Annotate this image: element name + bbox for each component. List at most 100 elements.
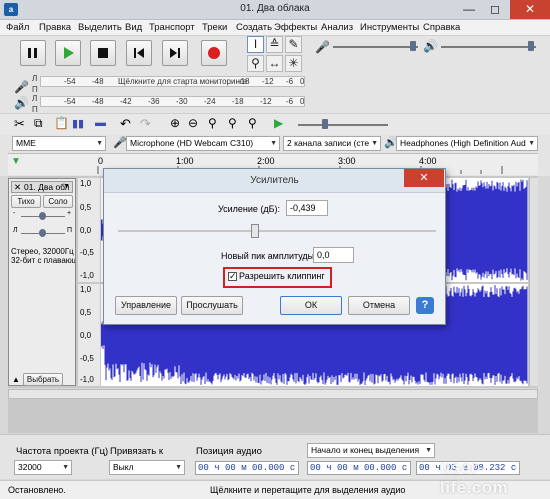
zoom-out-icon[interactable]: ⊖ <box>188 116 198 130</box>
gain-slider[interactable] <box>118 230 436 232</box>
meter-tick: -48 <box>92 77 104 86</box>
record-volume-thumb[interactable] <box>410 41 416 51</box>
play-head-icon: ▼ <box>11 156 21 167</box>
close-track-icon[interactable]: ✕ <box>14 182 21 192</box>
menu-tracks[interactable]: Треки <box>202 22 227 33</box>
scale-label: -1,0 <box>80 271 94 280</box>
cut-icon[interactable]: ✂ <box>14 116 25 132</box>
record-button[interactable] <box>201 40 227 66</box>
menu-transport[interactable]: Транспорт <box>149 22 195 33</box>
help-icon[interactable]: ? <box>416 297 434 314</box>
meter-right-label: П <box>32 85 38 94</box>
zoom-tool-icon[interactable]: ⚲ <box>247 55 264 72</box>
play-at-speed-icon[interactable]: ▶ <box>274 116 283 130</box>
trim-icon[interactable]: ▮▮ <box>72 117 84 130</box>
meter-tick: -6 <box>286 77 294 86</box>
track-header[interactable]: ✕ 01. Два обл ▼ <box>11 181 73 193</box>
host-select-value: MME <box>16 138 36 148</box>
playback-volume-thumb[interactable] <box>528 41 534 51</box>
redo-icon[interactable]: ↷ <box>140 116 151 132</box>
track-pan-thumb[interactable] <box>39 229 46 237</box>
selection-mode-select[interactable]: Начало и конец выделения ▼ <box>307 443 435 458</box>
selection-start-field[interactable]: 00 ч 00 м 00.000 с <box>307 461 411 475</box>
menu-tools[interactable]: Инструменты <box>360 22 419 33</box>
preview-button[interactable]: Прослушать <box>181 296 243 315</box>
ok-button[interactable]: ОК <box>280 296 342 315</box>
gain-label: Усиление (дБ): <box>218 204 281 214</box>
gain-input[interactable]: -0,439 <box>286 200 328 216</box>
menu-view[interactable]: Вид <box>125 22 142 33</box>
scale-label: -0,5 <box>80 248 94 257</box>
dialog-close-icon[interactable]: ✕ <box>404 169 444 187</box>
chevron-down-icon[interactable]: ▼ <box>63 182 70 192</box>
stop-button[interactable] <box>90 40 116 66</box>
play-speed-thumb[interactable] <box>322 119 328 129</box>
paste-icon[interactable]: 📋 <box>54 116 69 130</box>
envelope-tool-icon[interactable]: ≙ <box>266 36 283 53</box>
menu-help[interactable]: Справка <box>423 22 460 33</box>
input-device-select[interactable]: Microphone (HD Webcam C310) ▼ <box>126 136 280 151</box>
menu-effects[interactable]: Эффекты <box>274 22 317 33</box>
mic-device-icon: 🎤 <box>113 137 127 149</box>
empty-track-space[interactable] <box>8 399 538 433</box>
scale-label: 0,5 <box>80 308 92 317</box>
audio-position-field[interactable]: 00 ч 00 м 00.000 с <box>195 461 299 475</box>
dialog-title-bar[interactable]: Усилитель ✕ <box>104 169 445 193</box>
copy-icon[interactable]: ⧉ <box>34 116 43 131</box>
project-rate-select[interactable]: 32000 ▼ <box>14 460 72 475</box>
skip-end-icon <box>170 48 180 58</box>
mute-button[interactable]: Тихо <box>11 195 41 208</box>
monitor-hint[interactable]: Щёлкните для старта мониторинга <box>118 77 247 86</box>
playback-volume-slider[interactable] <box>441 46 536 48</box>
gain-slider-thumb[interactable] <box>250 224 259 238</box>
pan-right-label: П <box>67 227 73 234</box>
draw-tool-icon[interactable]: ✎ <box>285 36 302 53</box>
clipping-label[interactable]: Разрешить клиппинг <box>239 271 325 281</box>
manage-button[interactable]: Управление <box>115 296 177 315</box>
fit-project-icon[interactable]: ⚲ <box>228 116 237 130</box>
record-volume-slider[interactable] <box>333 46 418 48</box>
gain-plus-label: + <box>67 210 72 217</box>
zoom-in-icon[interactable]: ⊕ <box>170 116 180 130</box>
amplitude-scale-bottom: 1,0 0,5 0,0 -0,5 -1,0 <box>78 284 100 386</box>
multi-tool-icon[interactable]: ✳ <box>285 55 302 72</box>
play-button[interactable] <box>55 40 81 66</box>
play-speed-slider[interactable] <box>298 124 388 126</box>
menu-select[interactable]: Выделить <box>78 22 122 33</box>
fit-selection-icon[interactable]: ⚲ <box>208 116 217 130</box>
menu-edit[interactable]: Правка <box>39 22 71 33</box>
menu-file[interactable]: Файл <box>6 22 29 33</box>
skip-start-button[interactable] <box>126 40 152 66</box>
speaker-volume-icon: 🔊 <box>423 39 438 53</box>
cancel-button[interactable]: Отмена <box>348 296 410 315</box>
menu-generate[interactable]: Создать <box>236 22 272 33</box>
undo-icon[interactable]: ↶ <box>120 116 131 132</box>
zoom-toggle-icon[interactable]: ⚲ <box>248 116 257 130</box>
pause-button[interactable] <box>20 40 46 66</box>
timeshift-tool-icon[interactable]: ↔ <box>266 55 283 72</box>
maximize-icon[interactable]: ◻ <box>482 0 508 19</box>
timeline-label: 1:00 <box>176 156 194 166</box>
minimize-icon[interactable]: — <box>456 0 482 19</box>
title-bar: a 01. Два облака — ◻ ✕ <box>0 0 550 20</box>
vertical-scrollbar[interactable] <box>529 178 538 386</box>
host-select[interactable]: MME ▼ <box>12 136 106 151</box>
edit-toolbar: ✂ ⧉ 📋 ▮▮ ▬ ↶ ↷ ⊕ ⊖ ⚲ ⚲ ⚲ ▶ <box>0 113 550 135</box>
horizontal-scrollbar[interactable] <box>8 389 538 399</box>
menu-analyze[interactable]: Анализ <box>321 22 353 33</box>
solo-button[interactable]: Соло <box>43 195 73 208</box>
project-rate-label: Частота проекта (Гц) <box>16 446 109 457</box>
skip-end-button[interactable] <box>162 40 188 66</box>
clipping-checkbox[interactable]: ✓ <box>228 272 237 281</box>
output-device-select[interactable]: Headphones (High Definition Aud ▼ <box>396 136 538 151</box>
silence-icon[interactable]: ▬ <box>95 117 106 129</box>
select-track-button[interactable]: Выбрать <box>23 373 63 386</box>
chevron-down-icon: ▼ <box>270 140 277 147</box>
channels-select[interactable]: 2 канала записи (сте ▼ <box>283 136 381 151</box>
collapse-icon[interactable]: ▲ <box>12 375 20 384</box>
snap-select[interactable]: Выкл ▼ <box>109 460 185 475</box>
peak-input[interactable]: 0,0 <box>313 247 354 263</box>
close-icon[interactable]: ✕ <box>510 0 550 19</box>
selection-tool-icon[interactable]: I <box>247 36 264 53</box>
track-gain-thumb[interactable] <box>39 212 46 220</box>
